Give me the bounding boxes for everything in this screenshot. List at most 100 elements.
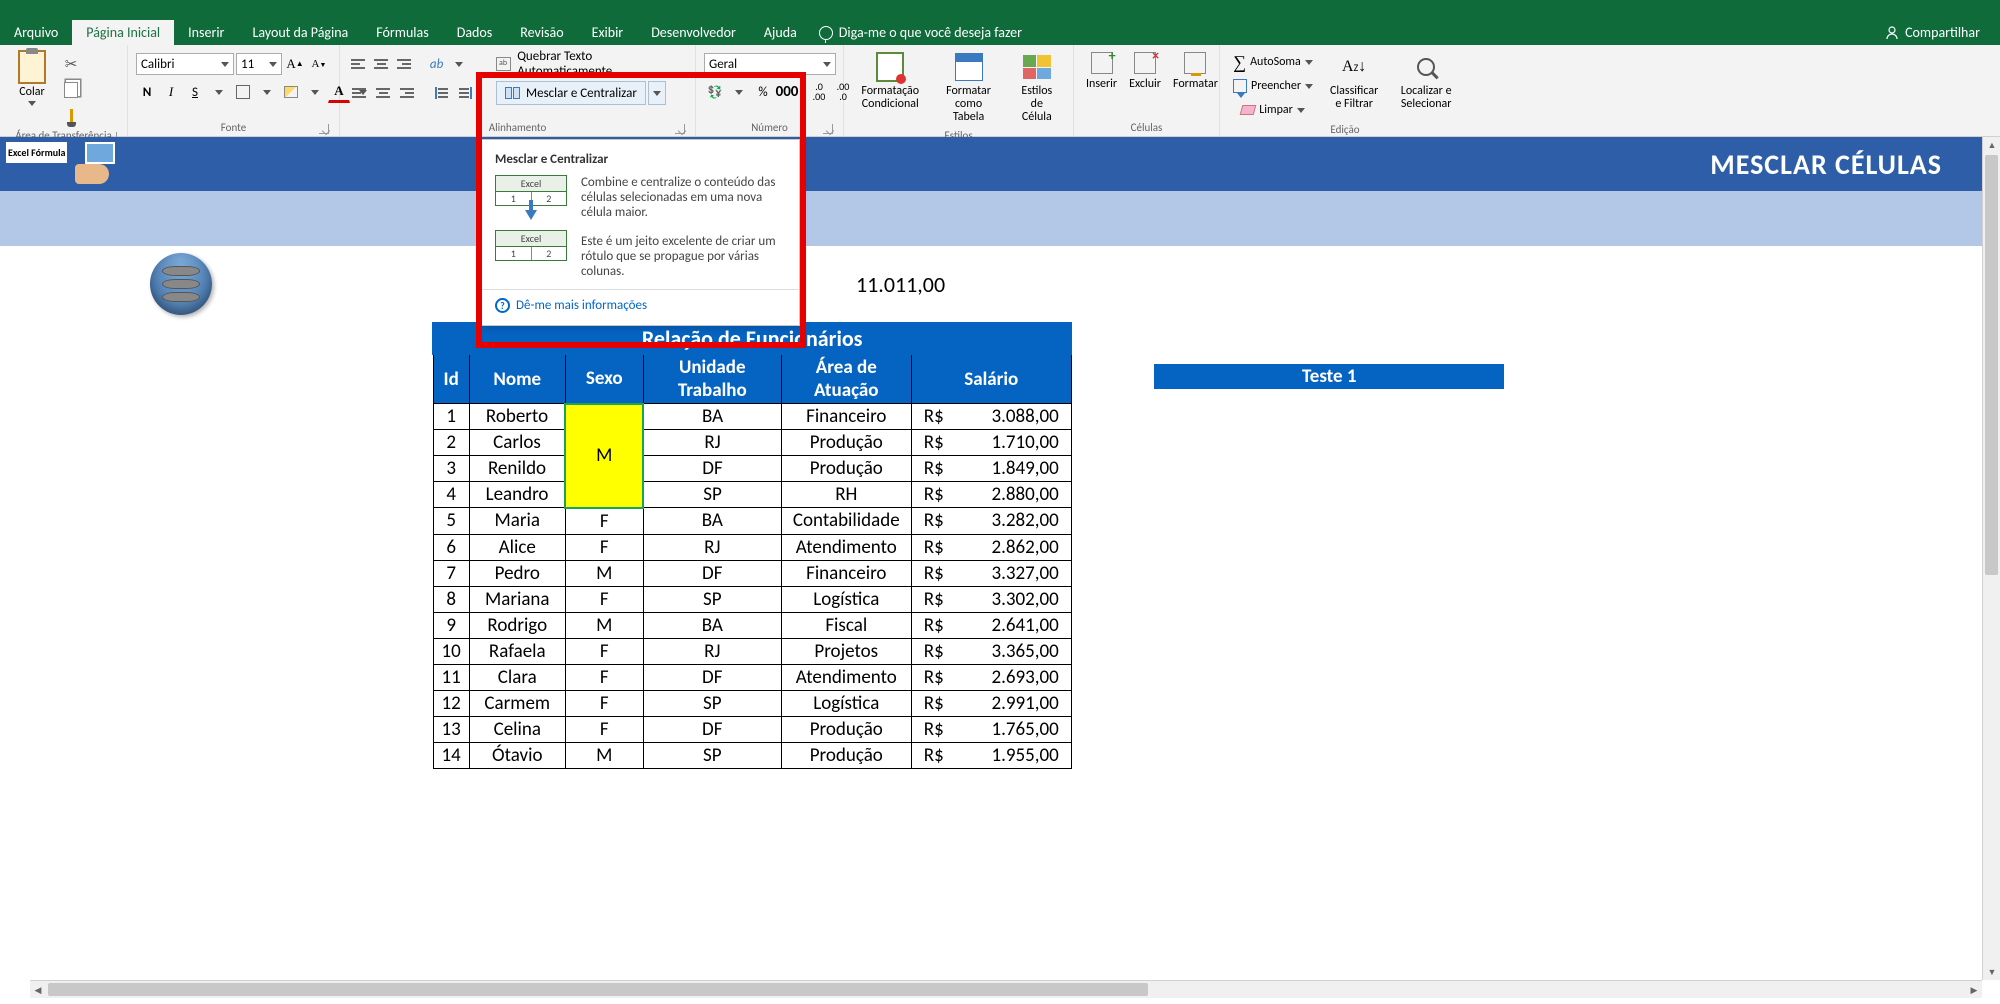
number-format-select[interactable]: Geral — [704, 53, 836, 75]
align-middle-button[interactable] — [371, 53, 392, 75]
format-button[interactable]: Formatar — [1169, 49, 1222, 93]
accounting-button[interactable]: 💱 — [704, 81, 726, 103]
paste-button[interactable]: Colar — [8, 49, 56, 108]
menu-tab-desenvolvedor[interactable]: Desenvolvedor — [637, 20, 750, 45]
border-button[interactable] — [232, 81, 254, 103]
magnifier-icon — [1417, 58, 1435, 76]
table-row[interactable]: 6AliceFRJAtendimentoR$2.862,00 — [433, 534, 1071, 560]
increase-font-button[interactable]: A▲ — [284, 53, 306, 75]
italic-button[interactable]: I — [160, 81, 182, 103]
fill-button[interactable]: Preencher — [1228, 75, 1318, 97]
tooltip-more-link[interactable]: ? Dê-me mais informações — [495, 298, 785, 313]
copy-button[interactable] — [60, 79, 82, 101]
table-row[interactable]: 7PedroMDFFinanceiroR$3.327,00 — [433, 560, 1071, 586]
merge-center-menu[interactable] — [648, 81, 666, 105]
font-size-select[interactable]: 11 — [236, 53, 282, 75]
share-button[interactable]: Compartilhar — [1885, 24, 1980, 41]
clear-button[interactable]: Limpar — [1228, 99, 1318, 121]
fill-color-menu[interactable] — [304, 81, 326, 103]
font-name-select[interactable]: Calibri — [136, 53, 234, 75]
tell-me-label: Diga-me o que você deseja fazer — [839, 24, 1022, 41]
chevron-down-icon — [455, 62, 463, 67]
dialog-launcher[interactable] — [675, 124, 685, 134]
table-row[interactable]: 8MarianaFSPLogísticaR$3.302,00 — [433, 586, 1071, 612]
border-menu[interactable] — [256, 81, 278, 103]
worksheet[interactable]: Excel Fórmula MESCLAR CÉLULAS 11.011,00 … — [0, 137, 1982, 980]
wrap-text-button[interactable]: Quebrar Texto Automaticamente — [489, 53, 687, 75]
orientation-button[interactable]: ab — [426, 53, 447, 75]
table-row[interactable]: 13CelinaFDFProduçãoR$1.765,00 — [433, 716, 1071, 742]
dialog-launcher[interactable] — [319, 124, 329, 134]
table-row[interactable]: 12CarmemFSPLogísticaR$2.991,00 — [433, 690, 1071, 716]
cell-styles-button[interactable]: Estilos de Célula — [1009, 49, 1065, 127]
table-row[interactable]: 11ClaraFDFAtendimentoR$2.693,00 — [433, 664, 1071, 690]
sum-value: 11.011,00 — [856, 271, 945, 298]
format-painter-button[interactable] — [60, 105, 82, 127]
increase-decimal-button[interactable]: .0.00 — [808, 81, 830, 103]
scroll-down-button[interactable]: ▼ — [1984, 964, 2000, 980]
menu-tab-inserir[interactable]: Inserir — [174, 20, 238, 45]
wrap-icon — [496, 57, 511, 71]
table-icon — [955, 53, 983, 81]
fill-color-button[interactable] — [280, 81, 302, 103]
merge-center-button[interactable]: Mesclar e Centralizar — [496, 81, 646, 105]
align-left-icon — [352, 88, 366, 98]
chevron-down-icon — [735, 90, 743, 95]
table-row[interactable]: 10RafaelaFRJProjetosR$3.365,00 — [433, 638, 1071, 664]
menu-tab-revisão[interactable]: Revisão — [506, 20, 577, 45]
percent-button[interactable]: % — [752, 81, 774, 103]
scroll-right-button[interactable]: ▶ — [1966, 982, 1982, 998]
sort-filter-button[interactable]: AZ↓Classificar e Filtrar — [1322, 49, 1386, 113]
menu-tab-layout-da-página[interactable]: Layout da Página — [238, 20, 362, 45]
table-row[interactable]: 5MariaFBAContabilidadeR$3.282,00 — [433, 508, 1071, 535]
dialog-launcher[interactable] — [823, 124, 833, 134]
align-right-button[interactable] — [396, 82, 418, 104]
menu-tab-página-inicial[interactable]: Página Inicial — [72, 20, 174, 45]
autosum-button[interactable]: ∑AutoSoma — [1228, 51, 1318, 73]
decrease-indent-button[interactable] — [430, 82, 452, 104]
table-row[interactable]: 2CarlosRJProduçãoR$1.710,00 — [433, 430, 1071, 456]
table-row[interactable]: 3RenildoDFProduçãoR$1.849,00 — [433, 456, 1071, 482]
menu-tab-dados[interactable]: Dados — [443, 20, 507, 45]
scroll-thumb[interactable] — [48, 983, 1148, 996]
conditional-format-button[interactable]: Formatação Condicional — [852, 49, 929, 113]
bold-button[interactable]: N — [136, 81, 158, 103]
cut-button[interactable]: ✂ — [60, 53, 82, 75]
menu-tab-arquivo[interactable]: Arquivo — [0, 20, 72, 45]
increase-indent-button[interactable] — [454, 82, 476, 104]
menu-tab-exibir[interactable]: Exibir — [578, 20, 638, 45]
menu-tab-ajuda[interactable]: Ajuda — [750, 20, 811, 45]
align-top-button[interactable] — [348, 53, 369, 75]
insert-button[interactable]: Inserir — [1082, 49, 1121, 93]
comma-button[interactable]: 000 — [776, 81, 798, 103]
group-number: Geral 💱 % 000 .0.00 .00.0 Número — [696, 45, 844, 136]
align-bottom-button[interactable] — [394, 53, 415, 75]
align-left-button[interactable] — [348, 82, 370, 104]
merge-icon — [505, 87, 520, 99]
underline-button[interactable]: S — [184, 81, 206, 103]
scissors-icon: ✂ — [65, 55, 78, 74]
chevron-down-icon — [1305, 60, 1313, 65]
decrease-font-button[interactable]: A▼ — [308, 53, 330, 75]
scroll-up-button[interactable]: ▲ — [1984, 137, 2000, 153]
table-row[interactable]: 9RodrigoMBAFiscalR$2.641,00 — [433, 612, 1071, 638]
table-row[interactable]: 14ÓtavioMSPProduçãoR$1.955,00 — [433, 742, 1071, 768]
underline-menu[interactable] — [208, 81, 230, 103]
table-row[interactable]: 4LeandroSPRHR$2.880,00 — [433, 482, 1071, 508]
table-row[interactable]: 1RobertoMBAFinanceiroR$3.088,00 — [433, 404, 1071, 430]
orientation-menu[interactable] — [449, 53, 470, 75]
find-select-button[interactable]: Localizar e Selecionar — [1390, 49, 1462, 113]
accounting-menu[interactable] — [728, 81, 750, 103]
group-alignment: ab Quebrar Texto Automaticamente Mesclar… — [340, 45, 696, 136]
format-table-button[interactable]: Formatar como Tabela — [933, 49, 1005, 127]
horizontal-scrollbar[interactable]: ◀ ▶ — [30, 980, 1982, 998]
menu-tab-fórmulas[interactable]: Fórmulas — [362, 20, 442, 45]
tell-me-search[interactable]: Diga-me o que você deseja fazer — [819, 20, 1022, 45]
scroll-left-button[interactable]: ◀ — [30, 982, 46, 998]
align-center-button[interactable] — [372, 82, 394, 104]
employees-table[interactable]: Relação de Funcionários IdNomeSexoUnidad… — [432, 322, 1072, 769]
delete-button[interactable]: Excluir — [1125, 49, 1165, 93]
merged-sexo-cell[interactable]: M — [565, 404, 643, 508]
scroll-thumb[interactable] — [1985, 155, 1998, 575]
vertical-scrollbar[interactable]: ▲ ▼ — [1982, 137, 2000, 980]
